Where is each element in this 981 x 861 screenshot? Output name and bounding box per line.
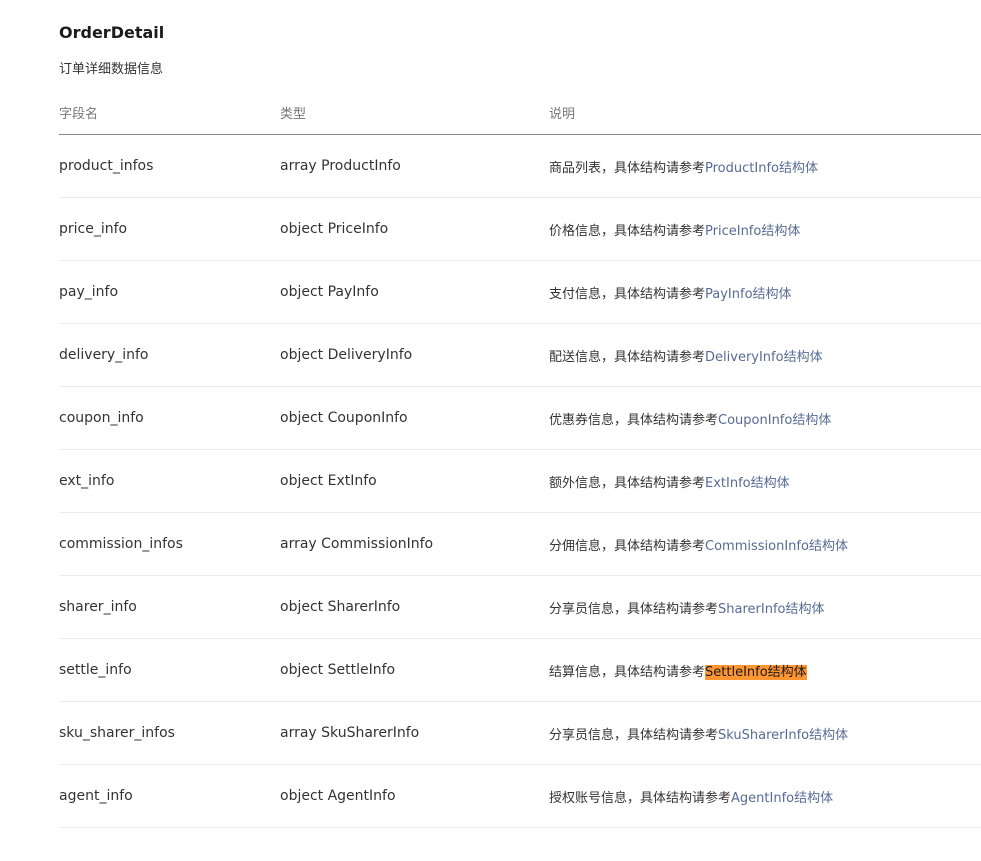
field-name-cell: sharer_info [59, 575, 280, 639]
field-name-cell: commission_infos [59, 512, 280, 576]
struct-reference-link-highlighted[interactable]: SettleInfo结构体 [705, 664, 807, 680]
field-name-cell: sku_sharer_infos [59, 701, 280, 765]
description-text: 价格信息，具体结构请参考 [549, 223, 706, 239]
field-name-cell: ext_info [59, 449, 280, 513]
field-description-cell: 配送信息，具体结构请参考DeliveryInfo结构体 [549, 323, 981, 387]
table-row: agent_info object AgentInfo 授权账号信息，具体结构请… [59, 764, 981, 828]
field-type-cell: object CouponInfo [280, 386, 549, 450]
description-text: 优惠券信息，具体结构请参考 [549, 412, 719, 428]
fields-table: 字段名 类型 说明 product_infos array ProductInf… [59, 91, 981, 828]
field-type-cell: object DeliveryInfo [280, 323, 549, 387]
field-type-cell: object SettleInfo [280, 638, 549, 702]
description-text: 分佣信息，具体结构请参考 [549, 538, 706, 554]
field-type-cell: array CommissionInfo [280, 512, 549, 576]
description-text: 结算信息，具体结构请参考 [549, 664, 706, 680]
struct-reference-link[interactable]: ExtInfo结构体 [705, 476, 790, 491]
field-name-cell: price_info [59, 197, 280, 261]
field-description-cell: 分享员信息，具体结构请参考SharerInfo结构体 [549, 575, 981, 639]
description-text: 分享员信息，具体结构请参考 [549, 601, 719, 617]
table-row: coupon_info object CouponInfo 优惠券信息，具体结构… [59, 386, 981, 450]
struct-reference-link[interactable]: PriceInfo结构体 [705, 224, 800, 239]
table-row: product_infos array ProductInfo 商品列表，具体结… [59, 134, 981, 198]
struct-reference-link[interactable]: SharerInfo结构体 [718, 602, 824, 617]
field-type-cell: object ExtInfo [280, 449, 549, 513]
table-row: price_info object PriceInfo 价格信息，具体结构请参考… [59, 197, 981, 261]
struct-reference-link[interactable]: CouponInfo结构体 [718, 413, 831, 428]
field-type-cell: object SharerInfo [280, 575, 549, 639]
page-title: OrderDetail [59, 23, 165, 42]
field-type-cell: object AgentInfo [280, 764, 549, 828]
description-text: 商品列表，具体结构请参考 [549, 160, 706, 176]
field-name-cell: settle_info [59, 638, 280, 702]
description-text: 支付信息，具体结构请参考 [549, 286, 706, 302]
column-header-field-name: 字段名 [59, 91, 280, 135]
struct-reference-link[interactable]: SkuSharerInfo结构体 [718, 728, 848, 743]
table-row: commission_infos array CommissionInfo 分佣… [59, 512, 981, 576]
struct-reference-link[interactable]: AgentInfo结构体 [731, 791, 833, 806]
struct-reference-link[interactable]: CommissionInfo结构体 [705, 539, 848, 554]
table-row: sku_sharer_infos array SkuSharerInfo 分享员… [59, 701, 981, 765]
description-text: 额外信息，具体结构请参考 [549, 475, 706, 491]
field-name-cell: coupon_info [59, 386, 280, 450]
table-row: sharer_info object SharerInfo 分享员信息，具体结构… [59, 575, 981, 639]
field-type-cell: object PriceInfo [280, 197, 549, 261]
field-name-cell: product_infos [59, 134, 280, 198]
struct-reference-link[interactable]: DeliveryInfo结构体 [705, 350, 823, 365]
description-text: 配送信息，具体结构请参考 [549, 349, 706, 365]
field-description-cell: 结算信息，具体结构请参考SettleInfo结构体 [549, 638, 981, 702]
table-header-row: 字段名 类型 说明 [59, 91, 981, 135]
column-header-type: 类型 [280, 91, 549, 135]
page-subtitle: 订单详细数据信息 [59, 62, 164, 77]
field-name-cell: agent_info [59, 764, 280, 828]
field-description-cell: 商品列表，具体结构请参考ProductInfo结构体 [549, 134, 981, 198]
field-description-cell: 授权账号信息，具体结构请参考AgentInfo结构体 [549, 764, 981, 828]
field-type-cell: array ProductInfo [280, 134, 549, 198]
field-description-cell: 分享员信息，具体结构请参考SkuSharerInfo结构体 [549, 701, 981, 765]
field-description-cell: 分佣信息，具体结构请参考CommissionInfo结构体 [549, 512, 981, 576]
field-description-cell: 优惠券信息，具体结构请参考CouponInfo结构体 [549, 386, 981, 450]
table-row: delivery_info object DeliveryInfo 配送信息，具… [59, 323, 981, 387]
table-row: pay_info object PayInfo 支付信息，具体结构请参考PayI… [59, 260, 981, 324]
description-text: 分享员信息，具体结构请参考 [549, 727, 719, 743]
description-text: 授权账号信息，具体结构请参考 [549, 790, 732, 806]
field-type-cell: array SkuSharerInfo [280, 701, 549, 765]
field-description-cell: 额外信息，具体结构请参考ExtInfo结构体 [549, 449, 981, 513]
field-description-cell: 价格信息，具体结构请参考PriceInfo结构体 [549, 197, 981, 261]
table-row: ext_info object ExtInfo 额外信息，具体结构请参考ExtI… [59, 449, 981, 513]
struct-reference-link[interactable]: ProductInfo结构体 [705, 161, 818, 176]
field-type-cell: object PayInfo [280, 260, 549, 324]
field-name-cell: pay_info [59, 260, 280, 324]
field-name-cell: delivery_info [59, 323, 280, 387]
table-row: settle_info object SettleInfo 结算信息，具体结构请… [59, 638, 981, 702]
field-description-cell: 支付信息，具体结构请参考PayInfo结构体 [549, 260, 981, 324]
struct-reference-link[interactable]: PayInfo结构体 [705, 287, 792, 302]
column-header-description: 说明 [549, 91, 981, 135]
